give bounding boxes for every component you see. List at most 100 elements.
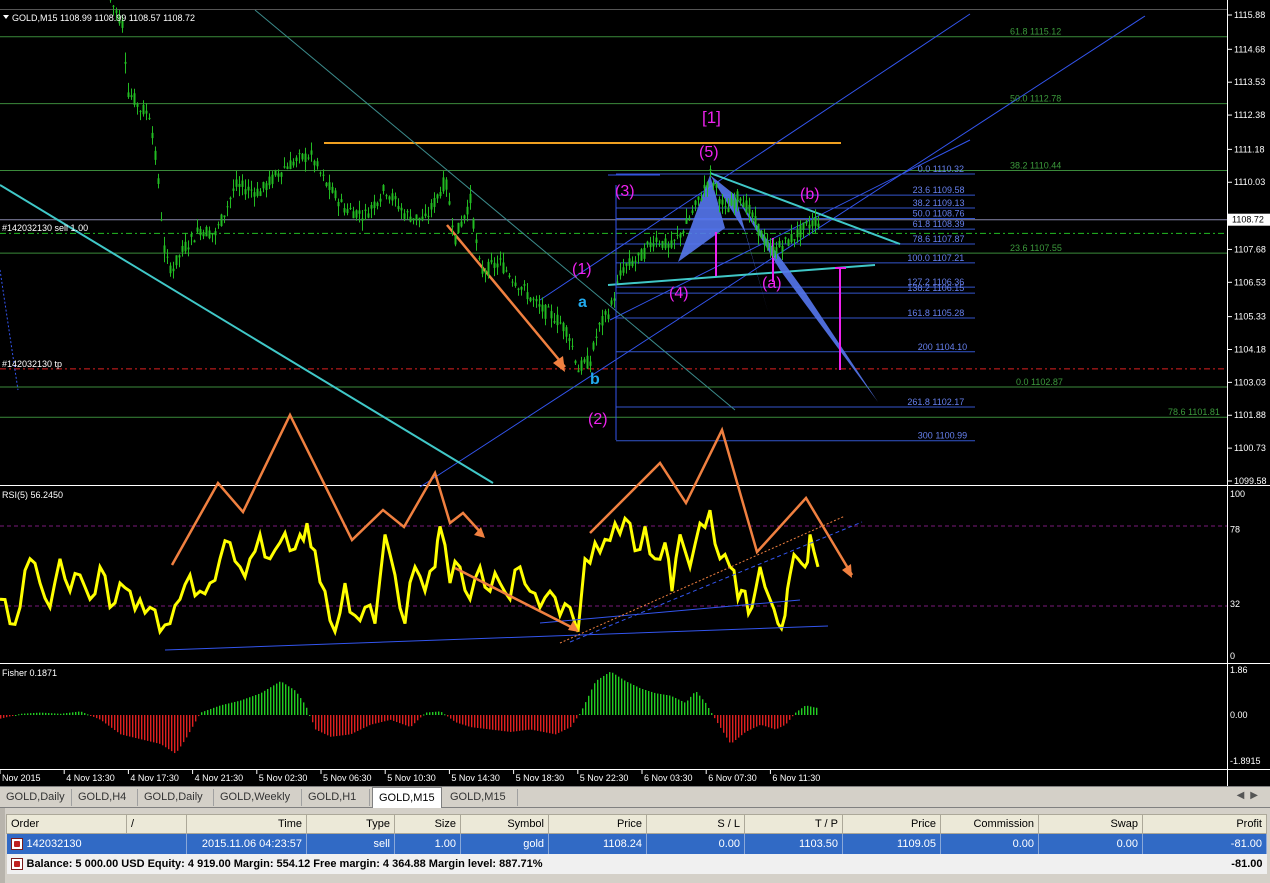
balance-row[interactable]: Balance: 5 000.00 USD Equity: 4 919.00 M… [6, 854, 1267, 874]
candle-body [571, 345, 574, 347]
tab-gold-daily[interactable]: GOLD,Daily [0, 789, 72, 806]
fisher-bar [741, 715, 743, 736]
candle-body [298, 153, 301, 155]
fisher-bar [129, 715, 131, 737]
fisher-bar [69, 712, 71, 715]
candle-body [352, 211, 355, 219]
candle-body [244, 189, 247, 195]
fisher-bar [615, 674, 617, 715]
fisher-bar [195, 715, 197, 722]
candle-body [622, 267, 625, 273]
fisher-bar [219, 705, 221, 715]
fisher-bar [150, 715, 152, 742]
column-order[interactable]: Order [6, 814, 127, 834]
fisher-bar [597, 679, 599, 715]
candle-body [559, 322, 562, 324]
candle-body [295, 157, 298, 162]
tp-label: #142032130 tp [2, 359, 62, 369]
fisher-bar [570, 715, 572, 728]
fisher-bar [801, 708, 803, 715]
fisher-bar [279, 681, 281, 715]
terminal-handle[interactable] [0, 808, 5, 883]
column-tp[interactable]: T / P [744, 814, 843, 834]
column-profit[interactable]: Profit [1142, 814, 1267, 834]
tab-gold-m15[interactable]: GOLD,M15 [444, 789, 518, 806]
candle-body [487, 261, 490, 276]
fisher-bar [684, 702, 686, 715]
column-commission[interactable]: Commission [940, 814, 1039, 834]
candle-body [793, 239, 796, 241]
candle-body [733, 200, 736, 209]
fisher-bar [348, 715, 350, 735]
column-sort[interactable]: / [126, 814, 187, 834]
column-time[interactable]: Time [186, 814, 307, 834]
tab-gold-h1[interactable]: GOLD,H1 [302, 789, 370, 806]
fisher-bar [813, 707, 815, 715]
candle-body [412, 218, 415, 220]
fisher-bar [492, 715, 494, 730]
fisher-bar [270, 687, 272, 715]
order-profit: -81.00 [1142, 833, 1267, 854]
fisher-bar [288, 686, 290, 715]
tab-scroll-arrows-icon[interactable]: ◀▶ [1237, 790, 1264, 801]
column-swap[interactable]: Swap [1038, 814, 1143, 834]
fisher-bar [807, 705, 809, 715]
candle-body [163, 245, 166, 253]
fisher-bar [345, 715, 347, 735]
fisher-bar [708, 707, 710, 715]
candle-body [532, 298, 535, 300]
candle-body [142, 104, 145, 115]
candle-body [592, 342, 595, 350]
fisher-bar [255, 695, 257, 715]
candle-body [595, 336, 598, 339]
fisher-bar [405, 715, 407, 726]
fisher-bar [366, 715, 368, 727]
candle-body [721, 199, 724, 205]
fisher-bar [276, 683, 278, 715]
tab-gold-m15-active[interactable]: GOLD,M15 [372, 787, 442, 808]
fisher-bar [393, 715, 395, 721]
chart-window[interactable]: 61.8 1115.12 50.0 1112.78 38.2 1110.44 23.6… [0, 0, 1270, 786]
column-sl[interactable]: S / L [646, 814, 745, 834]
candle-body [742, 202, 745, 208]
candle-body [316, 161, 319, 167]
fisher-bar [15, 715, 17, 716]
column-type[interactable]: Type [306, 814, 395, 834]
time-label: 6 Nov 03:30 [644, 773, 693, 783]
tab-gold-daily-2[interactable]: GOLD,Daily [138, 789, 214, 806]
column-symbol[interactable]: Symbol [460, 814, 549, 834]
time-label: 4 Nov 17:30 [130, 773, 179, 783]
candle-body [214, 231, 217, 236]
candle-body [805, 221, 808, 224]
candle-body [631, 260, 634, 267]
candle-body [280, 172, 283, 177]
candle-body [253, 192, 256, 197]
column-price[interactable]: Price [548, 814, 647, 834]
fisher-bar [102, 715, 104, 722]
fisher-bar [687, 700, 689, 715]
candle-body [523, 284, 526, 286]
candle-body [112, 5, 115, 7]
fisher-bar [231, 702, 233, 715]
candle-body [394, 196, 397, 200]
candle-body [457, 222, 460, 233]
candle-body [589, 361, 592, 366]
fisher-bar [93, 715, 95, 717]
tab-gold-h4[interactable]: GOLD,H4 [72, 789, 138, 806]
order-row[interactable]: 142032130 2015.11.06 04:23:57 sell 1.00 … [6, 833, 1267, 854]
tab-gold-weekly[interactable]: GOLD,Weekly [214, 789, 302, 806]
rsi-header: RSI(5) 56.2450 [2, 490, 63, 500]
candle-body [703, 184, 706, 189]
fisher-bar [357, 715, 359, 731]
candle-body [760, 230, 763, 239]
fisher-bar [384, 715, 386, 722]
time-label: 6 Nov 11:30 [772, 773, 820, 783]
price-label: 1114.68 [1234, 44, 1265, 54]
column-current-price[interactable]: Price [842, 814, 941, 834]
candle-body [199, 228, 202, 236]
fisher-bar [105, 715, 107, 724]
fisher-bar [0, 715, 2, 719]
fisher-bar [816, 707, 818, 715]
column-size[interactable]: Size [394, 814, 461, 834]
fisher-bar [387, 715, 389, 721]
